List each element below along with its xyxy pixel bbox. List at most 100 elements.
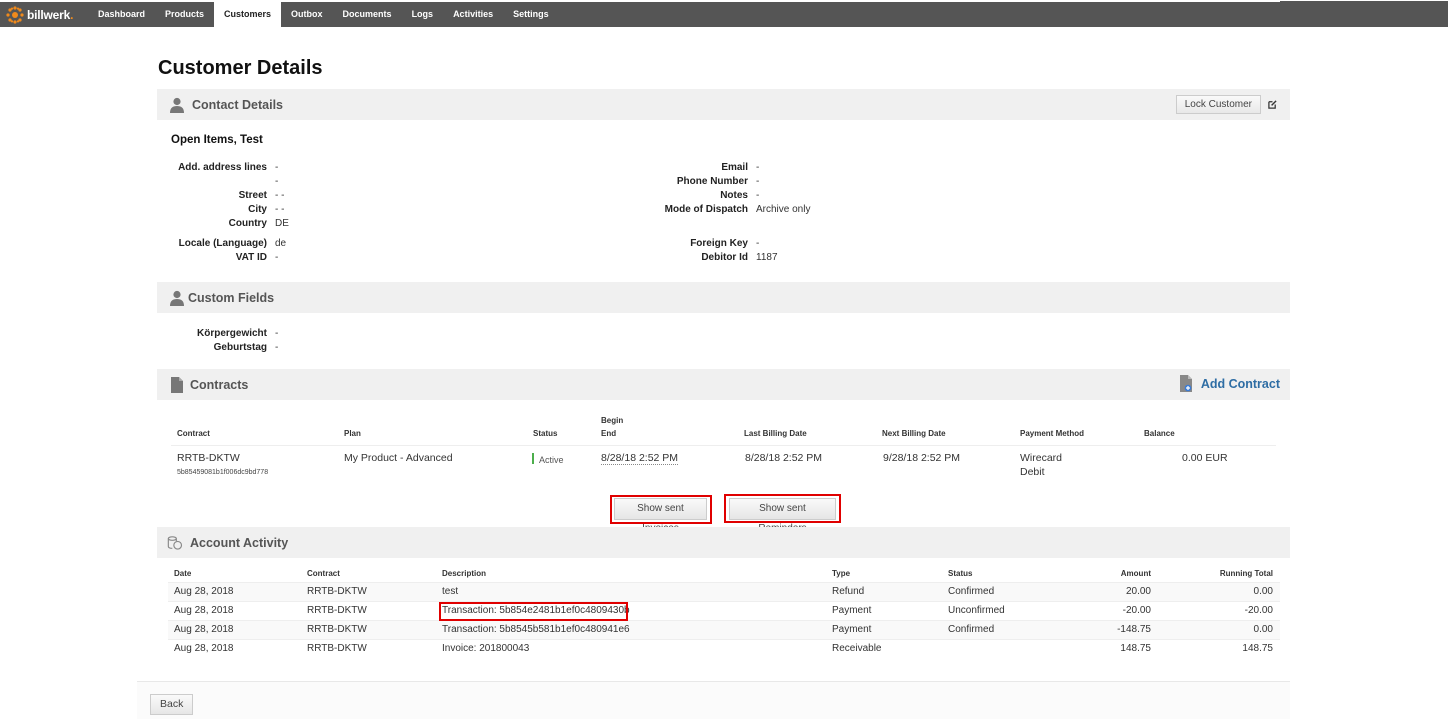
lock-customer-button[interactable]: Lock Customer <box>1175 95 1261 114</box>
activity-contract: RRTB-DKTW <box>307 586 367 597</box>
nav-customers[interactable]: Customers <box>214 1 282 28</box>
activity-type: Payment <box>832 605 872 616</box>
field-add-address-lines: Add. address lines - <box>178 162 279 173</box>
activity-running-total: 0.00 <box>1253 586 1273 597</box>
field-phone: Phone Number - <box>676 176 760 187</box>
activity-description: test <box>442 586 459 597</box>
activity-date: Aug 28, 2018 <box>174 624 234 635</box>
contract-plan: My Product - Advanced <box>344 452 453 464</box>
col-contract: Contract <box>177 429 210 438</box>
contract-payment-method: Wirecard <box>1020 452 1063 464</box>
activity-running-total: -20.00 <box>1244 605 1273 616</box>
field-debitor-id: Debitor Id 1187 <box>701 252 778 263</box>
contract-id: 5b85459081b1f006dc9bd778 <box>177 469 269 476</box>
custom-fields-title: Custom Fields <box>188 290 275 305</box>
field-mode-of-dispatch: Mode of Dispatch Archive only <box>664 204 811 215</box>
document-icon <box>171 376 183 393</box>
activity-type: Refund <box>832 586 865 597</box>
custom-fields-list: Körpergewicht - Geburtstag - <box>171 327 278 355</box>
account-activity-header: Account Activity <box>157 527 1290 558</box>
activity-type: Payment <box>832 624 872 635</box>
nav-settings[interactable]: Settings <box>503 1 559 28</box>
col-status: Status <box>948 569 973 578</box>
col-date: Date <box>174 569 192 578</box>
logo-text: billwerk. <box>27 7 74 22</box>
back-button[interactable]: Back <box>150 694 194 715</box>
activity-date: Aug 28, 2018 <box>174 586 234 597</box>
col-contract: Contract <box>307 569 340 578</box>
add-contract-label: Add Contract <box>1200 376 1280 391</box>
contract-last-billing: 8/28/18 2:52 PM <box>745 452 823 464</box>
user-icon <box>170 290 184 306</box>
user-icon <box>170 97 184 113</box>
contact-right-fields: Email - Phone Number - Notes - Mode of Disp… <box>648 161 811 265</box>
activity-amount: 148.75 <box>1120 643 1151 654</box>
add-document-icon <box>1179 375 1192 392</box>
field-email: Email - <box>721 162 760 173</box>
invoice-link[interactable]: Invoice: 201800043 <box>442 643 529 654</box>
field-notes: Notes - <box>720 190 760 201</box>
logo-sun-icon <box>6 5 24 24</box>
coins-icon <box>167 535 183 550</box>
col-plan: Plan <box>344 429 361 438</box>
col-status: Status <box>533 429 558 438</box>
activity-status: Unconfirmed <box>948 605 1005 616</box>
contact-details-title: Contact Details <box>192 97 283 112</box>
contract-next-billing: 9/28/18 2:52 PM <box>883 452 961 464</box>
highlight-box <box>724 494 841 523</box>
col-description: Description <box>442 569 487 578</box>
col-end: End <box>601 429 617 438</box>
field-vat-id: VAT ID - <box>235 252 279 263</box>
col-payment-method: Payment Method <box>1020 429 1085 438</box>
nav-outbox[interactable]: Outbox <box>281 1 333 28</box>
billwerk-logo[interactable]: billwerk. <box>6 5 74 24</box>
contract-begin-end: 8/28/18 2:52 PM <box>601 452 679 465</box>
contract-payment-method-2: Debit <box>1020 466 1045 478</box>
field-add-address-lines-2: - <box>275 176 279 187</box>
contact-details-header: Contact Details Lock Customer <box>157 89 1290 120</box>
activity-row: Aug 28, 2018 RRTB-DKTW Transaction: 5b85… <box>168 621 1280 640</box>
activity-amount: -20.00 <box>1122 605 1151 616</box>
page-title: Customer Details <box>158 57 323 79</box>
top-nav-bar: billwerk. Dashboard Products Customers O… <box>0 0 1448 28</box>
field-locale: Locale (Language) de <box>178 238 287 249</box>
nav-documents[interactable]: Documents <box>333 1 402 28</box>
col-type: Type <box>832 569 851 578</box>
contract-link[interactable]: RRTB-DKTW <box>177 452 240 464</box>
custom-fields-header: Custom Fields <box>157 282 1290 313</box>
field-street: Street - - <box>238 190 285 201</box>
nav-products[interactable]: Products <box>155 1 214 28</box>
add-contract-button[interactable]: Add Contract <box>1179 375 1280 392</box>
field-koerpergewicht: Körpergewicht - <box>196 328 279 339</box>
col-begin: Begin <box>601 416 624 425</box>
activity-amount: 20.00 <box>1125 586 1151 597</box>
activity-row: Aug 28, 2018 RRTB-DKTW test Refund Confi… <box>168 583 1280 602</box>
highlight-box <box>439 602 628 621</box>
page-footer: Back <box>137 681 1290 719</box>
field-city: City - - <box>248 204 285 215</box>
activity-running-total: 0.00 <box>1253 624 1273 635</box>
activity-row: Aug 28, 2018 RRTB-DKTW Invoice: 20180004… <box>168 640 1280 659</box>
col-amount: Amount <box>1120 569 1151 578</box>
contracts-title: Contracts <box>190 377 249 392</box>
activity-date: Aug 28, 2018 <box>174 605 234 616</box>
field-foreign-key: Foreign Key - <box>690 238 760 249</box>
activity-amount: -148.75 <box>1117 624 1151 635</box>
main-nav: Dashboard Products Customers Outbox Docu… <box>88 1 559 28</box>
activity-status: Confirmed <box>948 624 995 635</box>
activity-contract: RRTB-DKTW <box>307 605 367 616</box>
transaction-link[interactable]: Transaction: 5b8545b581b1ef0c480941e6 <box>442 624 630 635</box>
account-activity-title: Account Activity <box>190 535 289 550</box>
activity-running-total: 148.75 <box>1242 643 1273 654</box>
activity-type: Receivable <box>832 643 882 654</box>
col-running-total: Running Total <box>1219 569 1273 578</box>
contracts-header: Contracts Add Contract <box>157 369 1290 400</box>
edit-icon[interactable] <box>1268 100 1277 109</box>
activity-contract: RRTB-DKTW <box>307 643 367 654</box>
nav-activities[interactable]: Activities <box>443 1 503 28</box>
activity-row: Aug 28, 2018 RRTB-DKTW Transaction: 5b85… <box>168 602 1280 621</box>
col-balance: Balance <box>1144 429 1175 438</box>
highlight-box <box>610 495 712 524</box>
nav-dashboard[interactable]: Dashboard <box>88 1 155 28</box>
nav-logs[interactable]: Logs <box>402 1 444 28</box>
